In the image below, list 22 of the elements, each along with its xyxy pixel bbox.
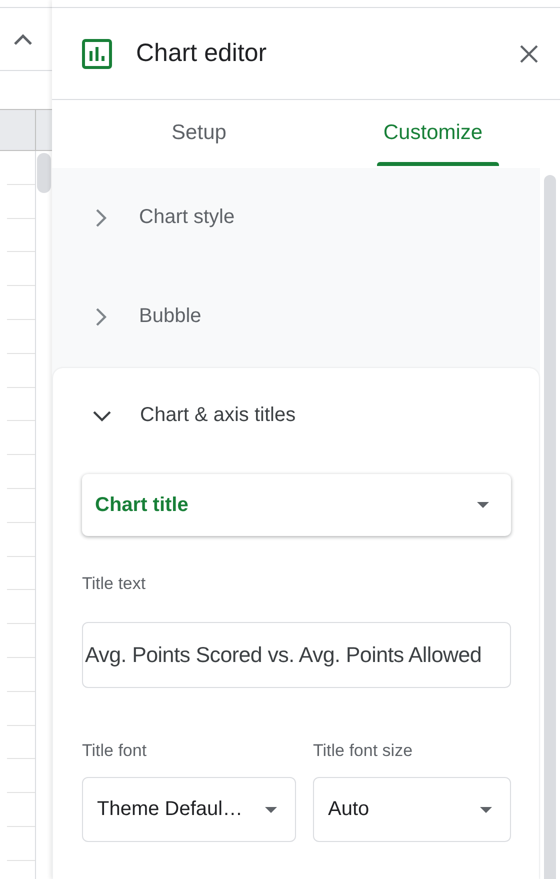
section-header[interactable]: Bubble [52,267,540,366]
dropdown[interactable]: Theme Defaul… [82,777,296,842]
dropdown-caret-icon [477,502,489,508]
dropdown-caret-icon [265,806,277,812]
title-text-field[interactable]: Avg. Points Scored vs. Avg. Points Allowed [82,622,511,688]
tab[interactable]: Setup [52,100,316,166]
scrollbar-thumb[interactable] [544,175,556,879]
caret-up-icon[interactable] [14,34,32,44]
section-header[interactable]: Chart style [52,168,540,267]
column-header [0,109,52,151]
field-label: Title text [82,574,147,594]
dropdown[interactable]: Auto [313,777,511,842]
field-label: Title font [82,741,148,761]
field-label: Title font size [313,741,414,761]
window-title: Chart editor [136,39,268,68]
tab[interactable]: Customize [316,100,560,166]
dropdown-caret-icon [480,806,492,812]
bar-chart-icon [82,38,112,68]
close-icon[interactable] [520,44,538,62]
scrollbar-thumb[interactable] [37,153,51,193]
chart-title-dropdown[interactable]: Chart title [82,474,511,536]
section-header[interactable]: Chart & axis titles [53,368,539,463]
